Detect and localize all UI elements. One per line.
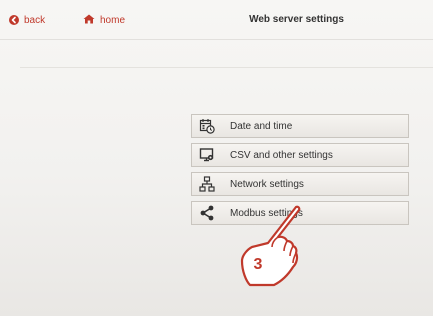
menu-item-label: CSV and other settings [230,149,333,161]
top-bar: back home Web server settings [0,0,433,40]
back-arrow-icon [9,15,19,25]
home-link[interactable]: home [83,12,125,28]
page: back home Web server settings Date and t… [0,0,433,316]
menu-item-label: Network settings [230,178,304,190]
calendar-clock-icon [192,115,222,137]
tap-hand-callout: 3 [230,205,305,290]
back-link[interactable]: back [9,12,45,28]
home-label: home [100,14,126,26]
back-label: back [24,14,46,26]
menu-item-network-settings[interactable]: Network settings [191,172,409,196]
menu-item-csv-and-other-settings[interactable]: CSV and other settings [191,143,409,167]
menu-item-label: Date and time [230,120,293,132]
page-title: Web server settings [249,14,344,25]
monitor-settings-icon [192,144,222,166]
divider [20,67,433,68]
share-icon [192,202,222,224]
step-number: 3 [254,256,263,273]
network-icon [192,173,222,195]
home-icon [83,14,95,27]
menu-item-date-and-time[interactable]: Date and time [191,114,409,138]
pointing-hand-icon: 3 [240,205,301,287]
